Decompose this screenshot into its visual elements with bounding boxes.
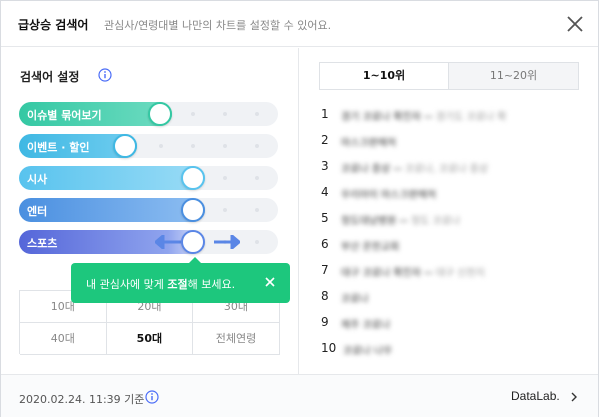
slider-tick <box>255 112 259 116</box>
rank-number: 3 <box>321 159 329 173</box>
rank-keyword-text: 경기 코로나 확진자 <box>341 112 421 123</box>
datalab-link[interactable]: DataLab. <box>511 389 560 403</box>
tooltip-text-before: 내 관심사에 맞게 <box>86 278 168 291</box>
rank-keyword-text: 부산 온천교회 <box>341 242 400 253</box>
popup-window: 급상승 검색어 관심사/연령대별 나만의 차트를 설정할 수 있어요. 검색어 … <box>0 0 599 417</box>
rank-item[interactable]: 8 코로나 <box>321 287 581 307</box>
tooltip-text: 내 관심사에 맞게 조절해 보세요. <box>86 276 235 292</box>
rank-item[interactable]: 6 부산 온천교회 <box>321 235 581 255</box>
slider-tick <box>255 240 259 244</box>
rank-tabs: 1~10위 11~20위 <box>319 62 579 90</box>
rank-keyword[interactable]: 대구 코로나 확진자 ↔ 대구 신천지 <box>341 264 485 279</box>
settings-title: 검색어 설정 <box>20 70 80 84</box>
slider-tick <box>191 112 195 116</box>
rank-related: ↔ 대구 신천지 <box>424 268 485 279</box>
age-option-50[interactable]: 50대 <box>106 323 194 355</box>
rank-keyword[interactable]: 청도대남병원 ↔ 청도 코로나 <box>341 212 460 227</box>
slider-tick <box>223 112 227 116</box>
rank-keyword-text: 마스크판매처 <box>341 138 397 149</box>
tooltip-close-icon[interactable] <box>263 275 277 289</box>
rank-item[interactable]: 3 코로나 증상 ↔ 코로나, 코로나 증상 <box>321 157 581 177</box>
slider-issue[interactable]: 이슈별 묶어보기 <box>19 102 278 126</box>
settings-panel: 검색어 설정 이슈별 묶어보기 이벤트 · 할인 시사 엔터 스포츠 10대 2… <box>1 48 299 374</box>
rank-keyword-text: 우리아이 마스크판매처 <box>341 190 437 201</box>
rank-related: ↔ 코로나, 코로나 증상 <box>393 164 489 175</box>
slider-label: 이슈별 묶어보기 <box>27 109 102 122</box>
slider-tick <box>223 176 227 180</box>
timestamp: 2020.02.24. 11:39 기준 <box>19 393 145 406</box>
slider-entertainment[interactable]: 엔터 <box>19 198 278 222</box>
slider-tick <box>191 144 195 148</box>
rank-item[interactable]: 1 경기 코로나 확진자 ↔ 경기도 코로나 확 <box>321 105 581 125</box>
rank-keyword-text: 코로나 나우 <box>343 346 393 357</box>
slider-tick <box>223 208 227 212</box>
rank-item[interactable]: 2 마스크판매처 <box>321 131 581 151</box>
slider-sports[interactable]: 스포츠 <box>19 230 278 254</box>
rank-keyword-text: 코로나 증상 <box>341 164 391 175</box>
slider-label: 스포츠 <box>27 237 58 250</box>
rank-number: 9 <box>321 315 329 329</box>
chevron-right-icon <box>571 392 577 402</box>
rank-keyword-text: 대구 코로나 확진자 <box>341 268 421 279</box>
slider-handle[interactable] <box>181 198 206 222</box>
info-icon[interactable] <box>145 390 159 404</box>
rank-item[interactable]: 4 우리아이 마스크판매처 <box>321 183 581 203</box>
rank-item[interactable]: 9 제주 코로나 <box>321 313 581 333</box>
arrow-left-icon <box>155 235 181 249</box>
close-icon[interactable] <box>563 12 587 36</box>
rank-number: 7 <box>321 263 329 277</box>
tab-11-20[interactable]: 11~20위 <box>449 63 578 89</box>
rank-keyword[interactable]: 마스크판매처 <box>341 134 396 149</box>
slider-tick <box>255 176 259 180</box>
slider-label: 엔터 <box>27 205 48 218</box>
rank-keyword[interactable]: 제주 코로나 <box>341 316 390 331</box>
hint-tooltip: 내 관심사에 맞게 조절해 보세요. <box>71 257 290 303</box>
rank-number: 4 <box>321 185 329 199</box>
popup-title: 급상승 검색어 <box>18 18 89 32</box>
slider-label: 시사 <box>27 173 48 186</box>
slider-handle[interactable] <box>181 230 206 254</box>
slider-handle[interactable] <box>113 134 137 158</box>
rank-keyword-text: 청도대남병원 <box>341 216 397 227</box>
rank-number: 6 <box>321 237 329 251</box>
rank-keyword[interactable]: 코로나 증상 ↔ 코로나, 코로나 증상 <box>341 160 488 175</box>
tooltip-text-bold: 조절 <box>167 278 188 291</box>
rank-keyword[interactable]: 부산 온천교회 <box>341 238 399 253</box>
popup-header: 급상승 검색어 관심사/연령대별 나만의 차트를 설정할 수 있어요. <box>1 1 598 47</box>
rank-number: 2 <box>321 133 329 147</box>
slider-tick <box>159 144 163 148</box>
rank-keyword[interactable]: 코로나 나우 <box>343 342 392 357</box>
rank-keyword[interactable]: 코로나 <box>341 290 369 305</box>
rank-keyword[interactable]: 우리아이 마스크판매처 <box>341 186 436 201</box>
tooltip-pointer <box>189 257 201 263</box>
popup-subtitle: 관심사/연령대별 나만의 차트를 설정할 수 있어요. <box>104 19 332 32</box>
rank-number: 8 <box>321 289 329 303</box>
tab-1-10[interactable]: 1~10위 <box>320 63 449 89</box>
rank-item[interactable]: 7 대구 코로나 확진자 ↔ 대구 신천지 <box>321 261 581 281</box>
info-icon[interactable] <box>98 68 112 82</box>
rank-item[interactable]: 5 청도대남병원 ↔ 청도 코로나 <box>321 209 581 229</box>
rank-keyword[interactable]: 경기 코로나 확진자 ↔ 경기도 코로나 확 <box>341 108 506 123</box>
rank-related: ↔ 청도 코로나 <box>399 216 461 227</box>
slider-tick <box>255 144 259 148</box>
slider-event[interactable]: 이벤트 · 할인 <box>19 134 278 158</box>
age-option-all[interactable]: 전체연령 <box>193 323 280 355</box>
slider-tick <box>255 208 259 212</box>
age-option-40[interactable]: 40대 <box>20 323 107 355</box>
rank-item[interactable]: 10 코로나 나우 <box>321 339 581 359</box>
arrow-right-icon <box>214 235 240 249</box>
tooltip-text-after: 해 보세요. <box>187 278 236 291</box>
popup-footer: 2020.02.24. 11:39 기준 DataLab. <box>1 374 598 417</box>
rank-related: ↔ 경기도 코로나 확 <box>424 112 507 123</box>
rank-keyword-text: 제주 코로나 <box>341 320 391 331</box>
rank-number: 1 <box>321 107 329 121</box>
slider-handle[interactable] <box>181 166 206 190</box>
slider-label: 이벤트 · 할인 <box>27 141 90 154</box>
slider-tick <box>223 144 227 148</box>
slider-news[interactable]: 시사 <box>19 166 278 190</box>
rank-keyword-text: 코로나 <box>341 294 369 305</box>
rank-number: 10 <box>321 341 337 355</box>
rank-number: 5 <box>321 211 329 225</box>
